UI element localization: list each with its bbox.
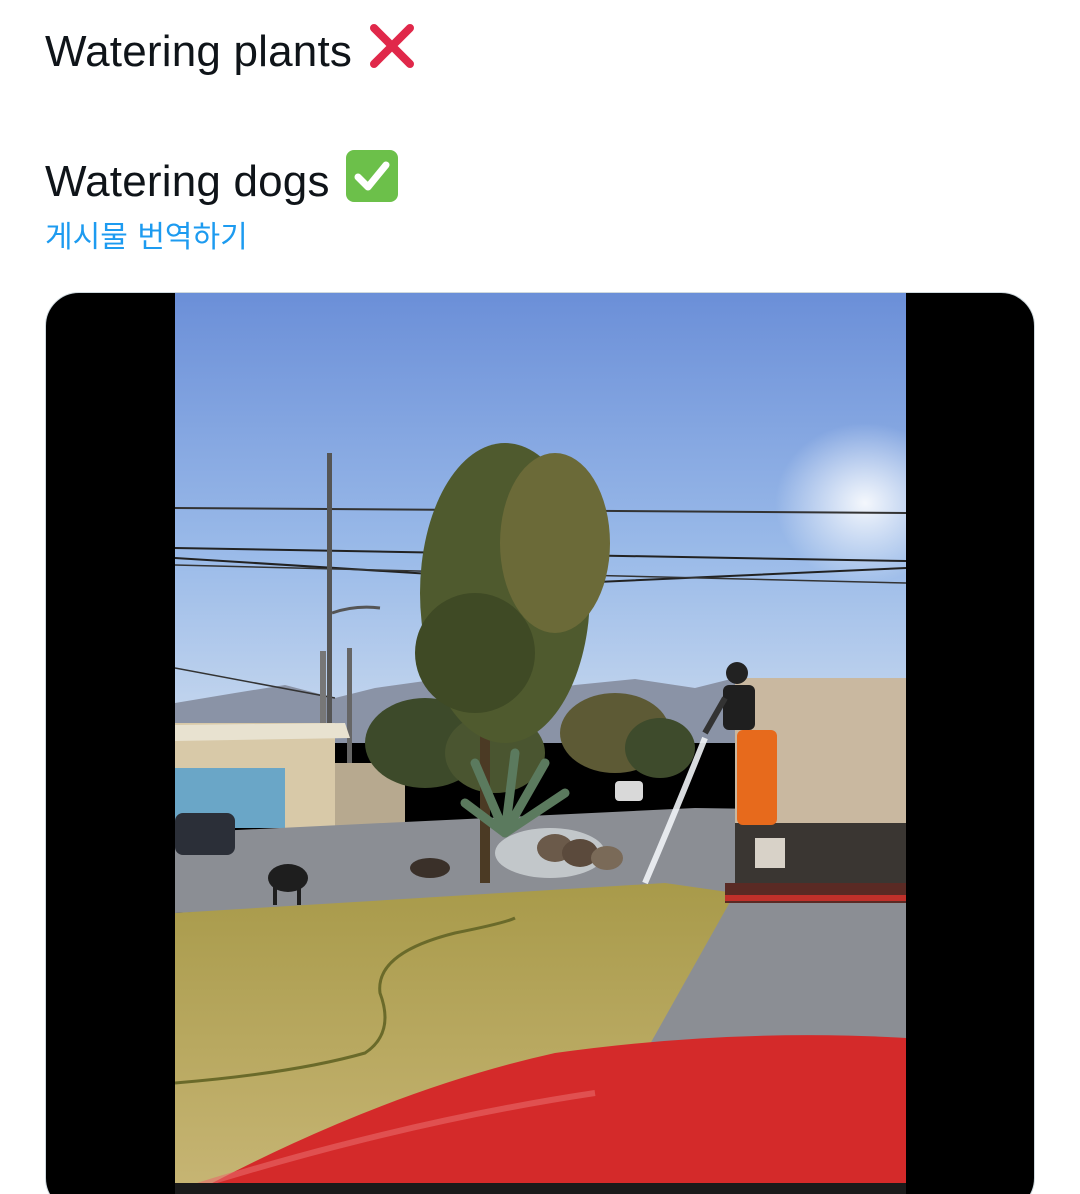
- translate-post-link[interactable]: 게시물 번역하기: [45, 220, 248, 256]
- video-player[interactable]: [45, 292, 1035, 1194]
- tweet-text-line-1: Watering plants: [45, 20, 418, 84]
- cross-mark-icon: [366, 20, 418, 84]
- check-mark-button-icon: [344, 148, 400, 216]
- video-still-icon: [175, 293, 906, 1194]
- tweet-text-line-2: Watering dogs: [45, 148, 400, 216]
- tweet-text-watering-plants: Watering plants: [45, 27, 353, 76]
- tweet-text-watering-dogs: Watering dogs: [45, 157, 330, 206]
- video-frame[interactable]: [175, 293, 906, 1194]
